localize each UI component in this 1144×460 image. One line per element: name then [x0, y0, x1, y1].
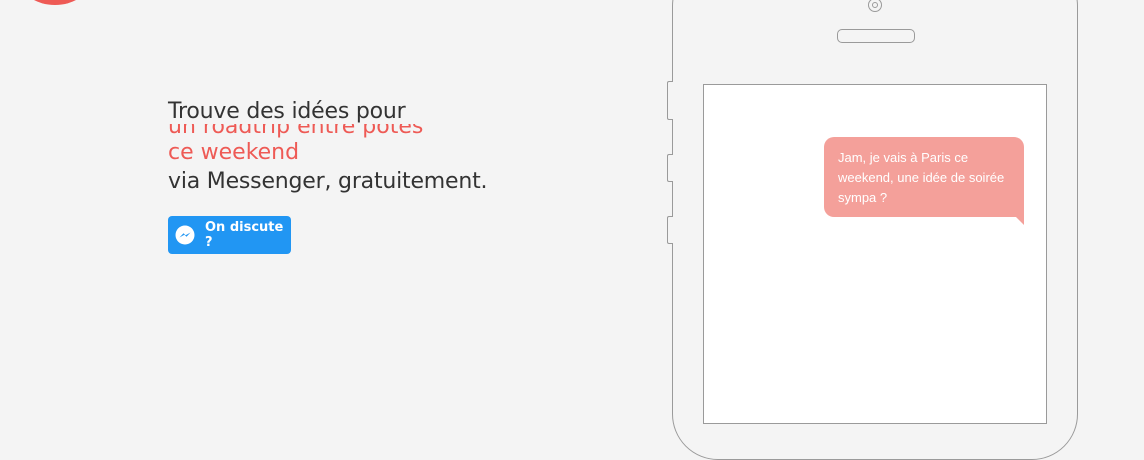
headline: Trouve des idées pour — [168, 99, 406, 124]
chat-message-bubble: Jam, je vais à Paris ce weekend, une idé… — [824, 137, 1024, 225]
logo[interactable] — [20, 0, 90, 5]
phone-side-button-mute — [667, 81, 673, 120]
rotating-phrase-previous: un roadtrip entre potes — [168, 124, 424, 139]
phone-side-button-volume-down — [667, 216, 673, 244]
rotating-phrase-current: ce weekend — [168, 140, 300, 165]
messenger-icon — [175, 225, 195, 245]
tagline: via Messenger, gratuitement. — [168, 169, 488, 194]
phone-screen — [703, 84, 1047, 424]
phone-speaker — [837, 29, 915, 43]
chat-message-text: Jam, je vais à Paris ce weekend, une idé… — [838, 150, 1005, 205]
messenger-chat-button[interactable]: On discute ? — [168, 216, 291, 254]
hero-section: Trouve des idées pour un roadtrip entre … — [168, 98, 588, 196]
messenger-chat-button-label: On discute ? — [205, 220, 284, 250]
rotating-phrase: un roadtrip entre potes ce weekend — [168, 124, 588, 168]
phone-side-button-volume-up — [667, 154, 673, 182]
